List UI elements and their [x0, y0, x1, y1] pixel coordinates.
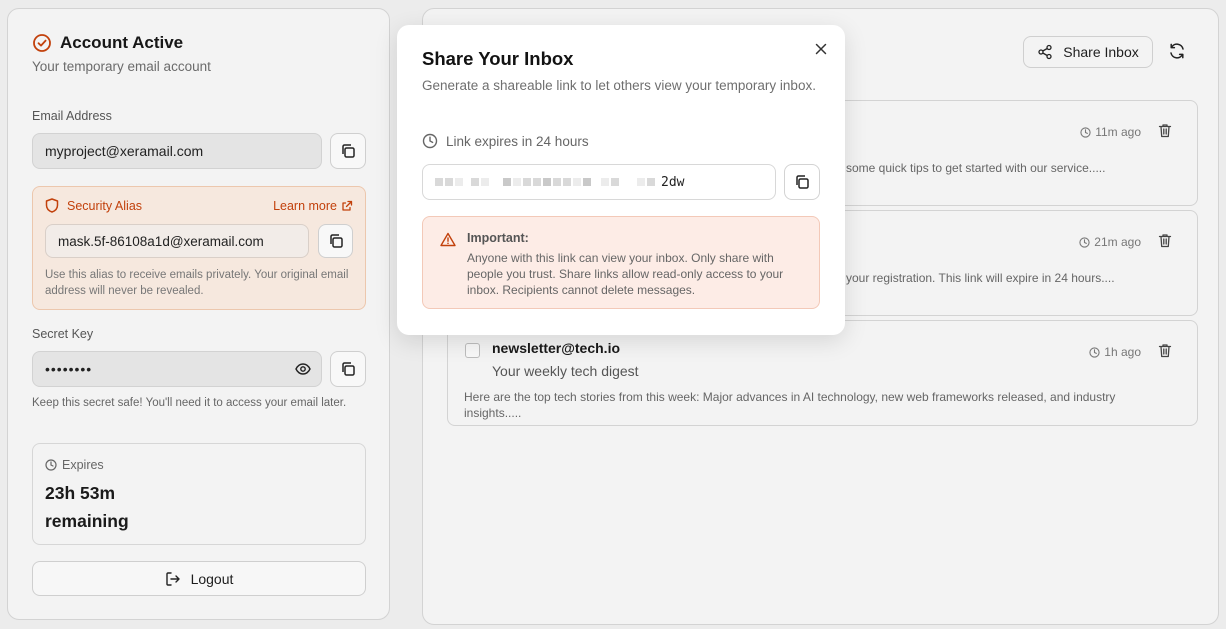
warning-title: Important: — [467, 231, 529, 245]
learn-more-link[interactable]: Learn more — [273, 199, 353, 213]
email-preview: your registration. This link will expire… — [846, 271, 1115, 285]
email-time-label: 11m ago — [1095, 125, 1141, 139]
share-icon — [1037, 44, 1053, 60]
email-sender: newsletter@tech.io — [492, 340, 621, 356]
alias-note: Use this alias to receive emails private… — [45, 269, 349, 297]
email-field[interactable]: myproject@xeramail.com — [32, 133, 322, 169]
warning-text: Anyone with this link can view your inbo… — [467, 251, 784, 297]
share-warning: Important: Anyone with this link can vie… — [422, 216, 820, 309]
share-inbox-modal: Share Your Inbox Generate a shareable li… — [397, 25, 845, 335]
secret-key-field[interactable]: •••••••• — [32, 351, 322, 387]
link-expiry-label: Link expires in 24 hours — [446, 133, 589, 149]
share-link-field[interactable]: 2dw — [422, 164, 776, 200]
email-time-label: 21m ago — [1094, 235, 1141, 249]
external-link-icon — [341, 200, 353, 212]
trash-icon[interactable] — [1158, 123, 1172, 138]
expires-label: Expires — [62, 458, 104, 472]
email-checkbox[interactable] — [465, 343, 480, 358]
logout-icon — [165, 571, 181, 587]
expires-box: Expires 23h 53m remaining — [32, 443, 366, 545]
clock-icon — [1089, 346, 1100, 358]
account-status: Account Active — [32, 33, 183, 53]
share-inbox-label: Share Inbox — [1063, 44, 1139, 60]
logout-label: Logout — [190, 570, 234, 587]
copy-secret-button[interactable] — [330, 351, 366, 387]
clock-icon — [45, 459, 57, 471]
secret-note: Keep this secret safe! You'll need it to… — [32, 397, 347, 409]
share-link-suffix: 2dw — [661, 174, 685, 190]
email-preview: some quick tips to get started with our … — [846, 161, 1106, 175]
email-preview: Here are the top tech stories from this … — [464, 390, 1116, 420]
email-time: 11m ago — [1080, 125, 1141, 139]
account-title: Account Active — [60, 33, 184, 52]
refresh-icon[interactable] — [1168, 42, 1186, 60]
security-alias-label: Security Alias — [67, 198, 143, 213]
redacted-link-text — [435, 178, 655, 186]
learn-more-label: Learn more — [273, 199, 337, 213]
email-time: 21m ago — [1079, 235, 1141, 249]
clock-icon — [422, 133, 438, 149]
copy-icon — [328, 233, 344, 249]
clock-icon — [1080, 126, 1091, 138]
copy-link-button[interactable] — [784, 164, 820, 200]
check-circle-icon — [32, 33, 52, 53]
trash-icon[interactable] — [1158, 233, 1172, 248]
eye-icon[interactable] — [295, 362, 311, 376]
email-subject: Your weekly tech digest — [492, 363, 639, 379]
modal-description: Generate a shareable link to let others … — [422, 78, 816, 93]
logout-button[interactable]: Logout — [32, 561, 366, 596]
account-subtitle: Your temporary email account — [32, 59, 211, 74]
email-item[interactable]: newsletter@tech.io Your weekly tech dige… — [447, 320, 1198, 426]
copy-email-button[interactable] — [330, 133, 366, 169]
copy-icon — [340, 143, 356, 159]
share-inbox-button[interactable]: Share Inbox — [1023, 36, 1153, 68]
email-time-label: 1h ago — [1104, 345, 1141, 359]
security-alias-header: Security Alias — [45, 198, 142, 213]
close-icon[interactable] — [815, 43, 827, 55]
security-alias-box: Security Alias Learn more mask.5f-86108a… — [32, 186, 366, 310]
account-panel: Account Active Your temporary email acco… — [7, 8, 390, 620]
email-time: 1h ago — [1089, 345, 1141, 359]
secret-key-value: •••••••• — [45, 361, 93, 377]
expires-header: Expires — [45, 458, 104, 472]
copy-alias-button[interactable] — [318, 224, 353, 258]
shield-icon — [45, 198, 59, 213]
link-expiry: Link expires in 24 hours — [422, 133, 589, 149]
clock-icon — [1079, 236, 1090, 248]
alias-field[interactable]: mask.5f-86108a1d@xeramail.com — [45, 224, 309, 258]
warning-icon — [440, 232, 456, 247]
modal-title: Share Your Inbox — [422, 48, 574, 69]
trash-icon[interactable] — [1158, 343, 1172, 358]
copy-icon — [340, 361, 356, 377]
expires-value: 23h 53m remaining — [45, 483, 129, 531]
secret-key-label: Secret Key — [32, 327, 94, 341]
email-label: Email Address — [32, 109, 112, 123]
copy-icon — [794, 174, 810, 190]
